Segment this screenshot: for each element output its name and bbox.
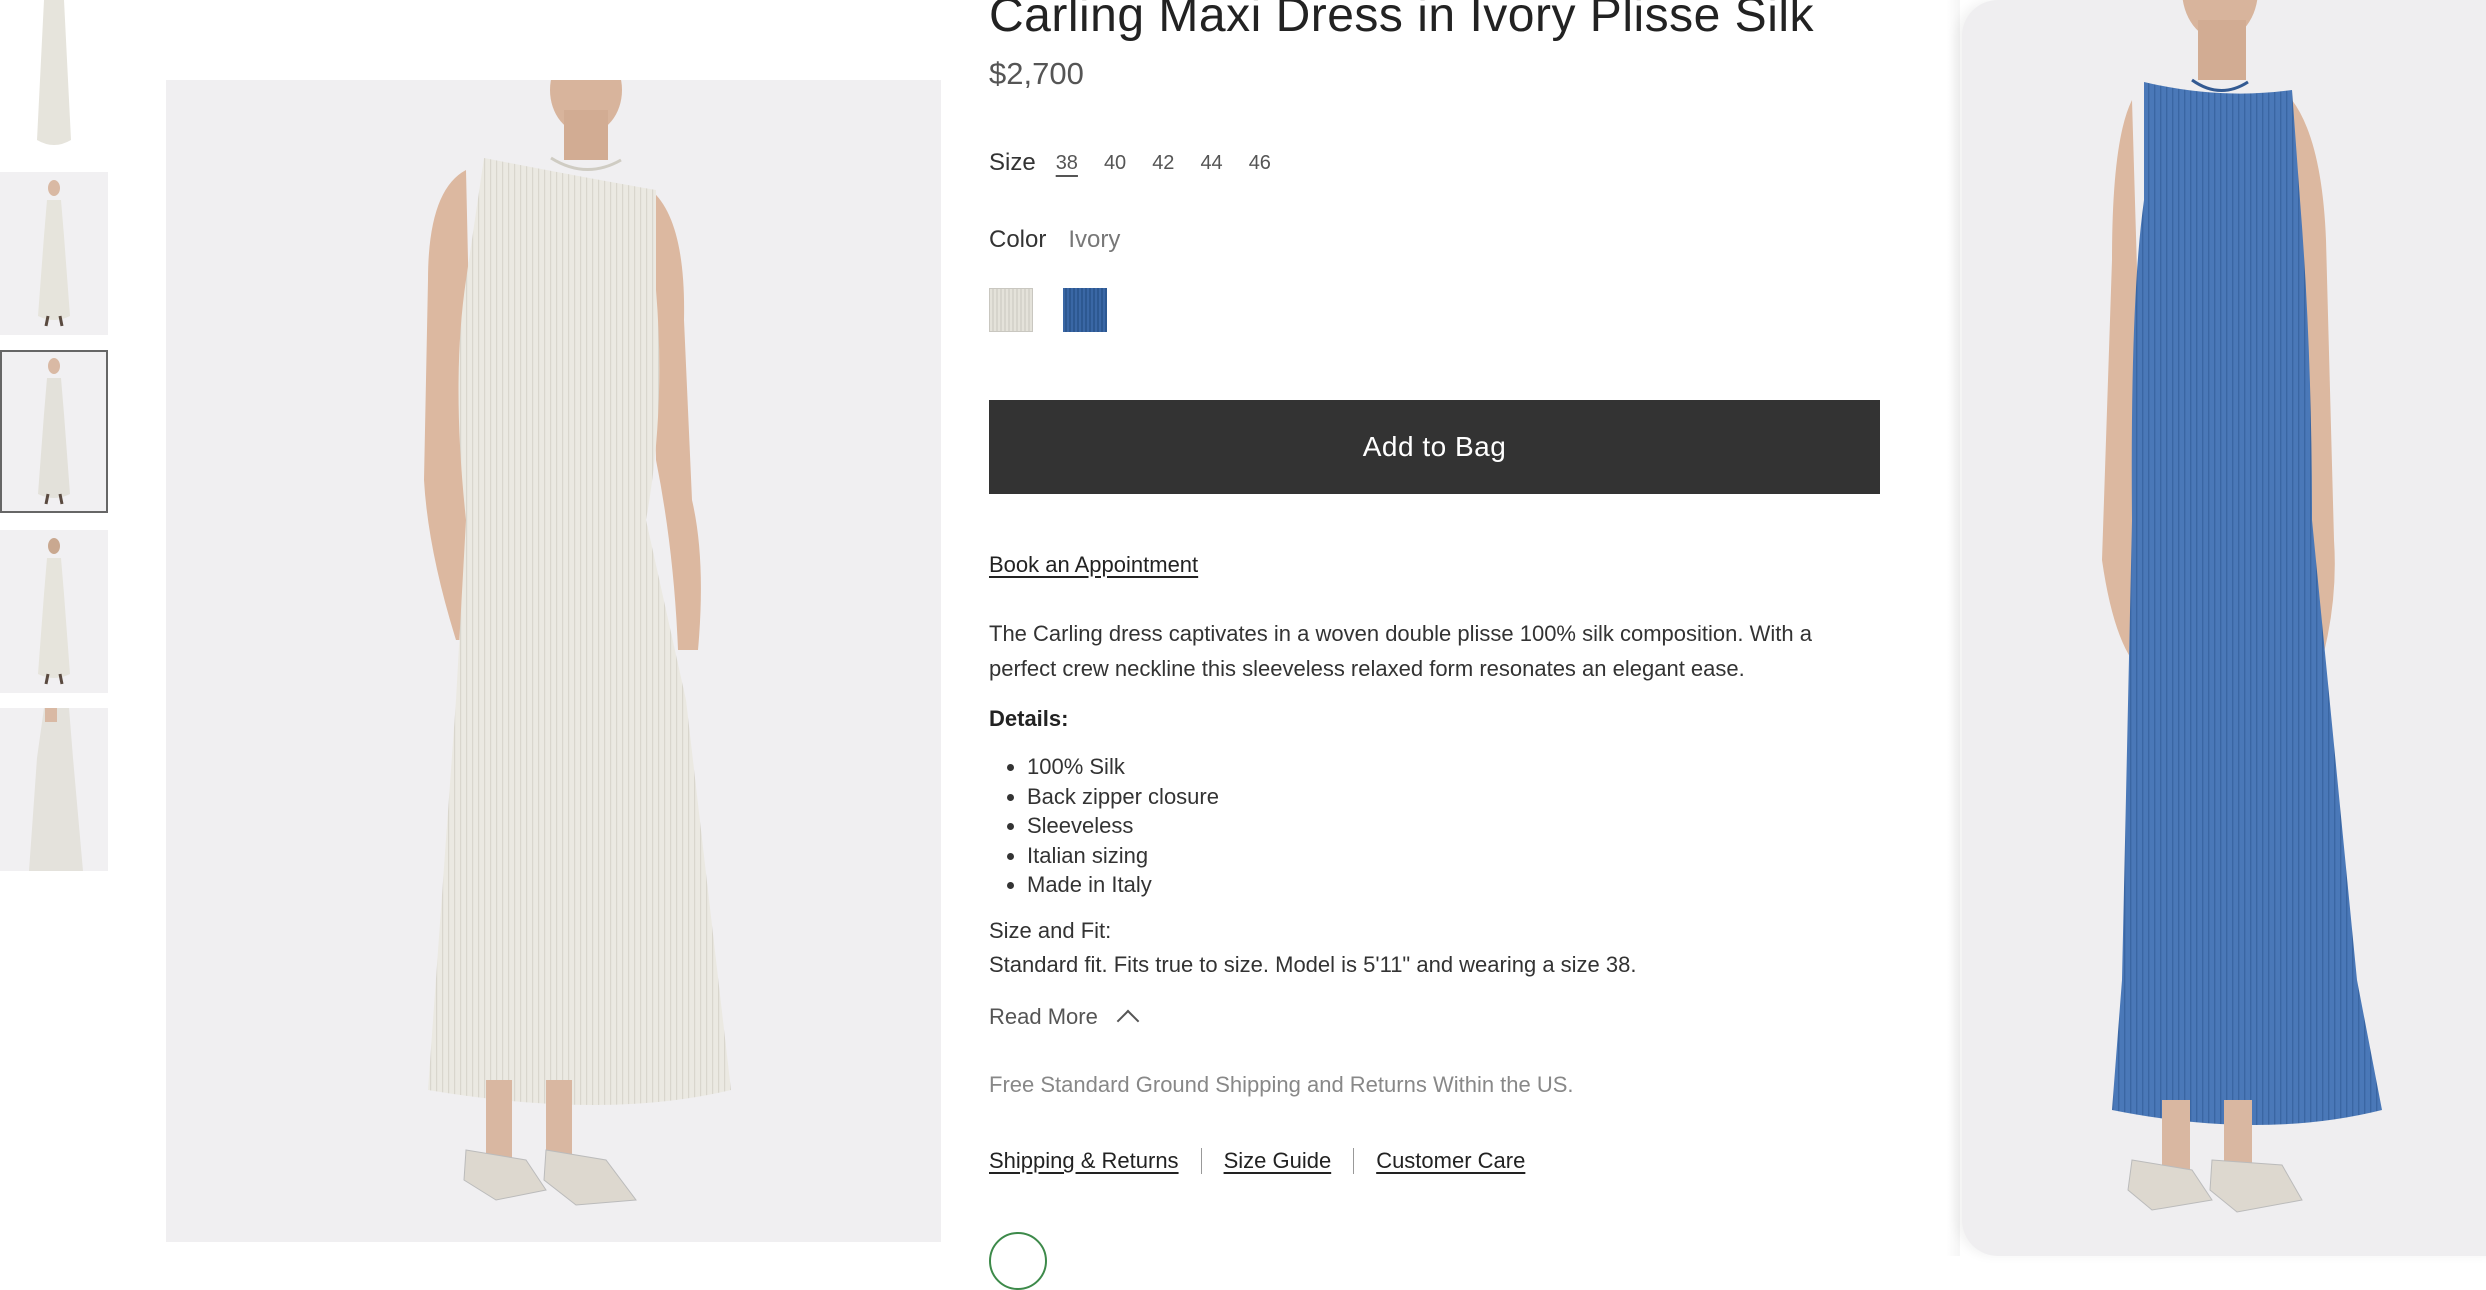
list-item: Italian sizing (1027, 841, 1219, 871)
list-item: Made in Italy (1027, 870, 1219, 900)
dress-thumbnail-image (38, 358, 70, 505)
size-label: Size (989, 149, 1036, 176)
list-item: Back zipper closure (1027, 782, 1219, 812)
dress-thumbnail-image (29, 708, 83, 871)
details-list: 100% Silk Back zipper closure Sleeveless… (989, 752, 1219, 900)
divider (1353, 1148, 1355, 1174)
thumbnail-2[interactable] (0, 172, 108, 335)
size-guide-link[interactable]: Size Guide (1224, 1148, 1332, 1174)
details-heading: Details: (989, 706, 1069, 731)
thumbnail-4[interactable] (0, 530, 108, 693)
size-selector: Size 38 40 42 44 46 (989, 146, 1271, 180)
thumbnail-3[interactable] (0, 350, 108, 513)
dress-thumbnail-image (38, 180, 70, 327)
main-product-image[interactable] (166, 80, 941, 1242)
chevron-up-icon (1116, 1009, 1140, 1033)
size-option-38[interactable]: 38 (1056, 152, 1078, 175)
size-option-42[interactable]: 42 (1152, 152, 1174, 175)
info-links: Shipping & Returns Size Guide Customer C… (989, 1148, 1525, 1174)
dress-thumbnail-image (37, 0, 71, 145)
color-label: Color (989, 226, 1047, 253)
dress-thumbnail-image (38, 538, 70, 685)
size-option-44[interactable]: 44 (1200, 152, 1222, 175)
blue-swatch[interactable] (1063, 288, 1107, 332)
shipping-note: Free Standard Ground Shipping and Return… (989, 1072, 1574, 1097)
color-selector: Color Ivory (989, 226, 1120, 254)
panel-divider (1946, 0, 1960, 1256)
product-price: $2,700 (989, 56, 1084, 91)
ivory-dress-model-image (424, 80, 731, 1206)
customer-care-link[interactable]: Customer Care (1376, 1148, 1525, 1174)
thumbnail-5[interactable] (0, 708, 108, 871)
sustainability-logo-icon (989, 1232, 1047, 1290)
add-to-bag-button[interactable]: Add to Bag (989, 400, 1880, 494)
list-item: Sleeveless (1027, 811, 1219, 841)
divider (1200, 1148, 1202, 1174)
read-more-toggle[interactable]: Read More (989, 1004, 1140, 1033)
size-fit-heading: Size and Fit: (989, 918, 1112, 943)
size-option-46[interactable]: 46 (1249, 152, 1271, 175)
book-appointment-link[interactable]: Book an Appointment (989, 552, 1198, 578)
alternate-color-image-card[interactable] (1962, 0, 2486, 1256)
size-option-40[interactable]: 40 (1104, 152, 1126, 175)
read-more-label: Read More (989, 1004, 1098, 1029)
product-title: Carling Maxi Dress in Ivory Plisse Silk (989, 0, 1815, 42)
product-details-panel: Carling Maxi Dress in Ivory Plisse Silk … (989, 0, 1889, 1290)
selected-color-value: Ivory (1068, 226, 1121, 253)
blue-dress-model-image (2102, 0, 2382, 1213)
ivory-swatch[interactable] (989, 288, 1033, 332)
product-description: The Carling dress captivates in a woven … (989, 621, 1812, 681)
shipping-returns-link[interactable]: Shipping & Returns (989, 1148, 1179, 1174)
thumbnail-1[interactable] (0, 0, 108, 155)
size-fit-text: Standard fit. Fits true to size. Model i… (989, 952, 1637, 977)
list-item: 100% Silk (1027, 752, 1219, 782)
